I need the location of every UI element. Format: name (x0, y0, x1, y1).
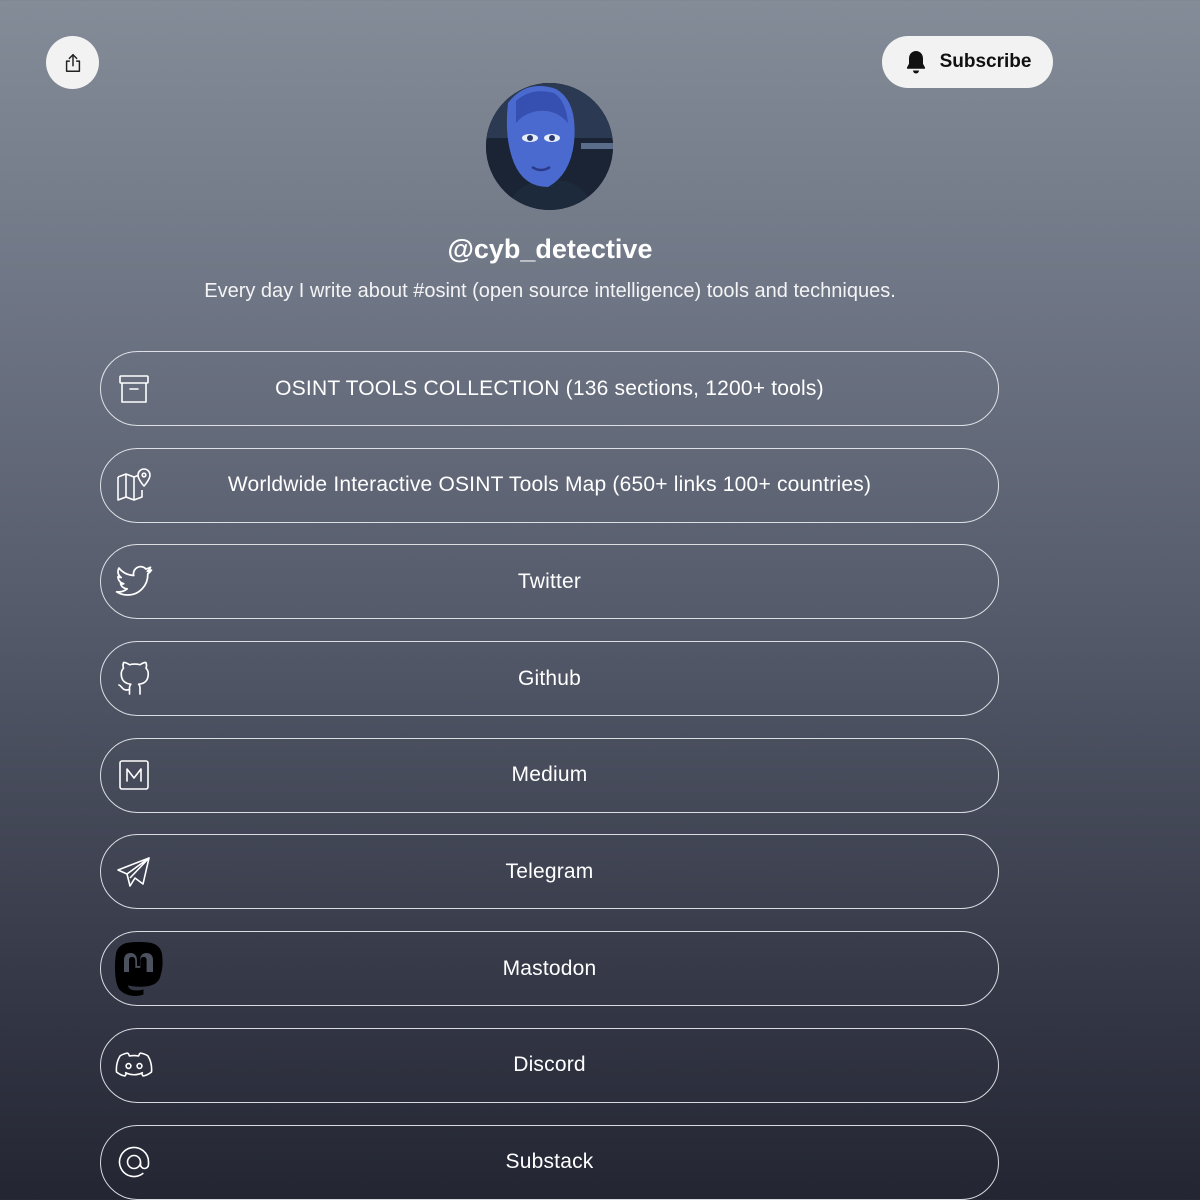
link-label: Telegram (505, 859, 594, 883)
link-label: Github (517, 666, 582, 690)
subscribe-button[interactable]: Subscribe (882, 36, 1053, 88)
link-substack[interactable]: Substack (100, 1124, 999, 1200)
map-pin-icon (115, 466, 153, 504)
links-list: OSINT TOOLS COLLECTION (136 sections, 12… (100, 351, 999, 1200)
link-telegram[interactable]: Telegram (100, 834, 999, 910)
discord-icon (115, 1046, 153, 1084)
avatar-image (486, 83, 613, 210)
mastodon-icon (113, 941, 165, 996)
profile-bio: Every day I write about #osint (open sou… (204, 280, 896, 302)
medium-icon (115, 756, 153, 794)
link-label: Worldwide Interactive OSINT Tools Map (6… (227, 473, 872, 497)
link-github[interactable]: Github (100, 641, 999, 717)
twitter-icon (115, 563, 153, 601)
at-sign-icon (115, 1143, 153, 1181)
share-icon (65, 53, 80, 72)
avatar[interactable] (486, 83, 613, 210)
link-medium[interactable]: Medium (100, 737, 999, 813)
link-mastodon[interactable]: Mastodon (100, 931, 999, 1007)
subscribe-label: Subscribe (939, 51, 1032, 72)
link-label: Substack (505, 1150, 594, 1173)
link-label: Medium (511, 763, 588, 787)
bell-icon (906, 51, 925, 74)
telegram-icon (115, 853, 153, 891)
link-osint-tools-map[interactable]: Worldwide Interactive OSINT Tools Map (6… (100, 447, 999, 523)
profile-username: @cyb_detective (447, 234, 653, 264)
link-osint-tools-collection[interactable]: OSINT TOOLS COLLECTION (136 sections, 12… (100, 351, 999, 426)
link-twitter[interactable]: Twitter (100, 544, 999, 620)
link-label: Twitter (517, 569, 582, 593)
link-label: Mastodon (502, 956, 597, 980)
link-label: Discord (513, 1053, 586, 1077)
link-discord[interactable]: Discord (100, 1027, 999, 1103)
share-button[interactable] (46, 36, 99, 89)
link-label: OSINT TOOLS COLLECTION (136 sections, 12… (275, 376, 824, 400)
github-icon (115, 660, 153, 698)
archive-box-icon (115, 370, 153, 408)
